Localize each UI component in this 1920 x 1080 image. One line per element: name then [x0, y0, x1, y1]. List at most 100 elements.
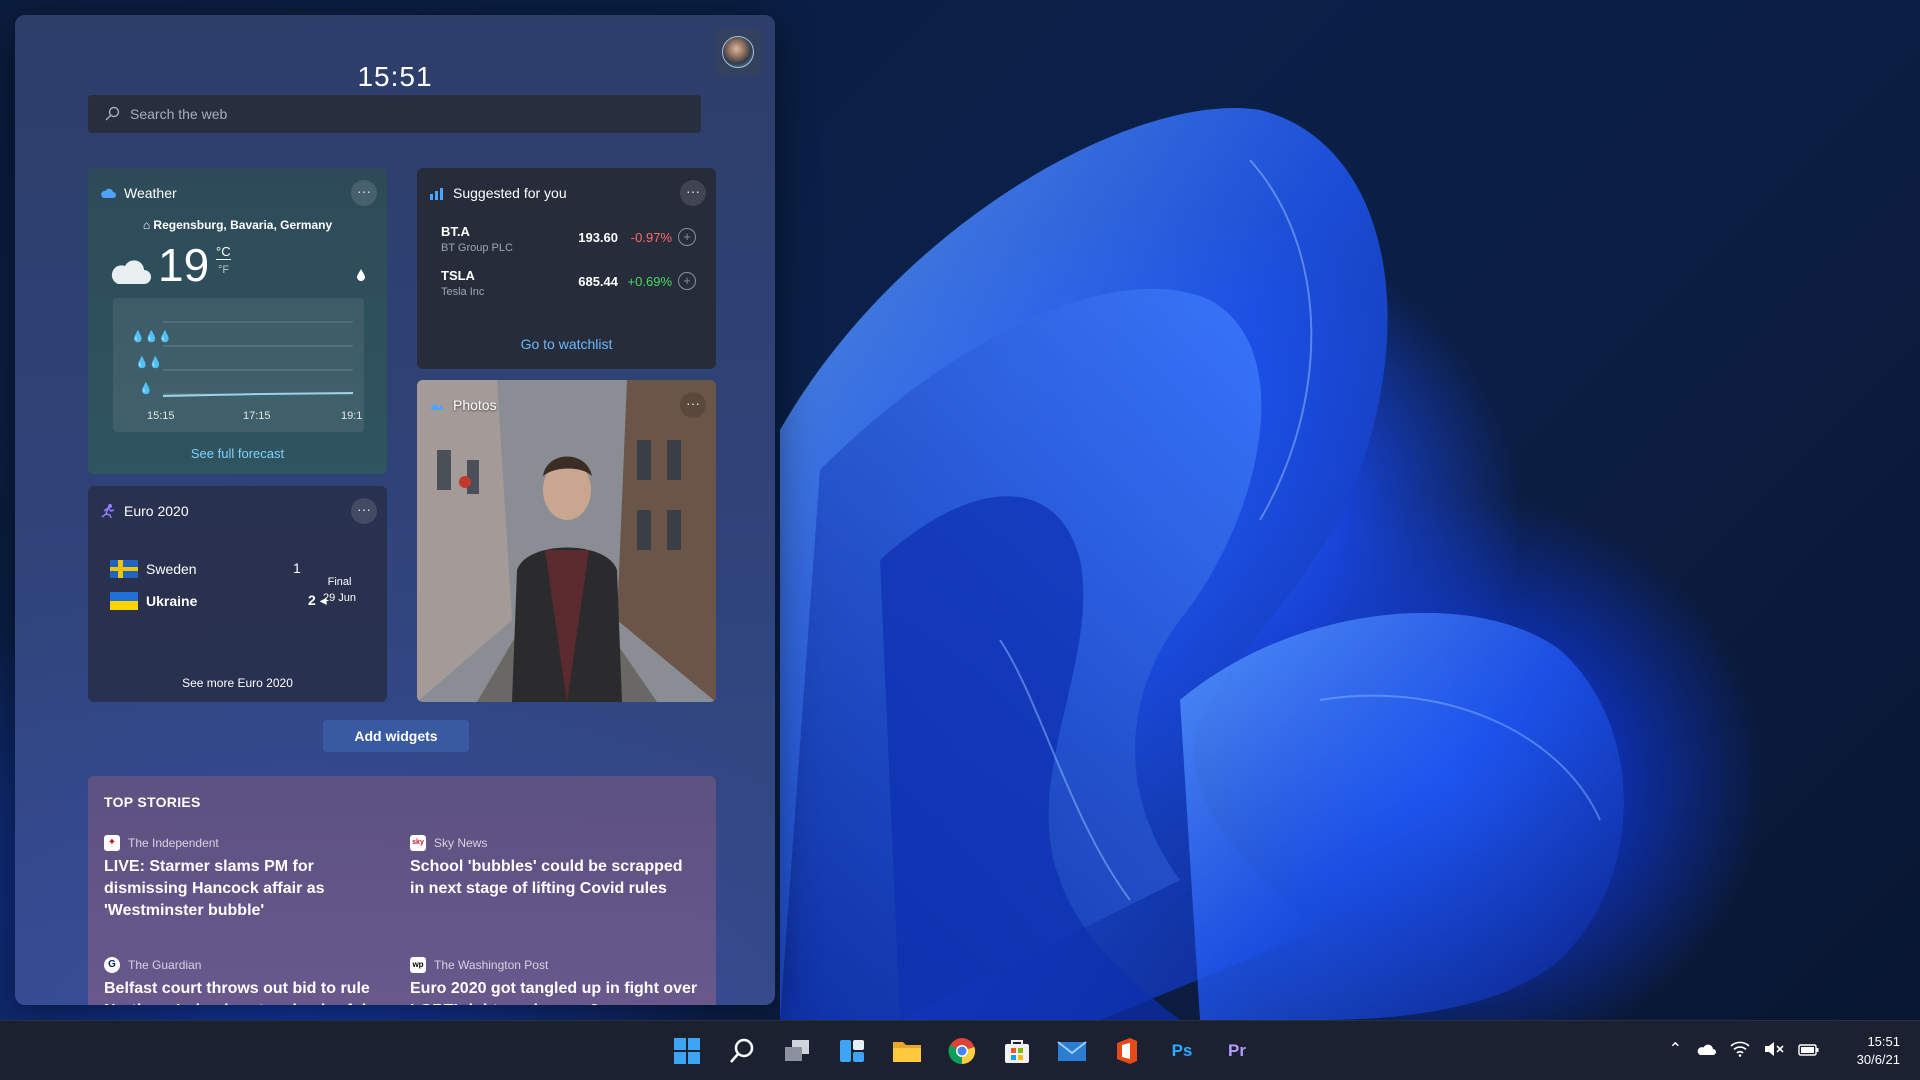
weather-header: Weather [100, 180, 375, 206]
team-name: Ukraine [146, 593, 198, 609]
svg-text:💧💧💧: 💧💧💧 [131, 330, 172, 343]
photos-header: Photos [429, 392, 704, 418]
premiere-icon[interactable]: Pr [1217, 1031, 1257, 1071]
weather-location-text: Regensburg, Bavaria, Germany [153, 218, 333, 232]
stock-price: 193.60 [578, 230, 618, 245]
ukraine-flag-icon [110, 592, 138, 610]
stock-row[interactable]: TSLA Tesla Inc 685.44 +0.69% + [441, 268, 700, 308]
stocks-title: Suggested for you [453, 185, 567, 201]
story-item[interactable]: G The Guardian Belfast court throws out … [104, 956, 394, 1005]
precipitation-chart: 💧💧💧 💧💧 💧 15:15 17:15 19:1 [113, 298, 364, 432]
washington-post-logo-icon: wp [410, 957, 426, 973]
widgets-icon[interactable] [832, 1031, 872, 1071]
photoshop-icon[interactable]: Ps [1162, 1031, 1202, 1071]
task-view-icon[interactable] [777, 1031, 817, 1071]
chrome-icon[interactable] [942, 1031, 982, 1071]
story-headline: School 'bubbles' could be scrapped in ne… [410, 858, 683, 897]
fahrenheit-toggle[interactable]: °F [218, 264, 229, 276]
search-placeholder: Search the web [130, 106, 228, 122]
svg-text:💧: 💧 [139, 382, 153, 395]
search-input[interactable]: Search the web [88, 95, 701, 133]
weather-widget[interactable]: Weather ··· ⌂ Regensburg, Bavaria, Germa… [88, 168, 387, 474]
onedrive-icon[interactable] [1696, 1042, 1716, 1056]
euro-title: Euro 2020 [124, 503, 189, 519]
weather-more-button[interactable]: ··· [351, 180, 377, 206]
photoshop-label: Ps [1171, 1041, 1193, 1060]
story-item[interactable]: wp The Washington Post Euro 2020 got tan… [410, 956, 700, 1005]
top-stories-section: TOP STORIES ✦ The Independent LIVE: Star… [88, 776, 716, 1005]
story-source: G The Guardian [104, 956, 394, 974]
match-date: 29 Jun [323, 592, 357, 604]
match-status: Final 29 Jun [323, 574, 356, 606]
system-tray: ⌃ [1669, 1039, 1820, 1059]
stock-change: +0.69% [627, 274, 672, 289]
forecast-time-label: 19:1 [341, 410, 363, 422]
add-to-watchlist-button[interactable]: + [678, 272, 696, 290]
story-source-name: The Washington Post [434, 958, 549, 972]
battery-charging-icon[interactable] [1798, 1041, 1820, 1057]
stock-symbol: BT.A [441, 224, 470, 239]
team-row: Ukraine [110, 590, 197, 612]
sky-news-logo-icon: sky [410, 835, 426, 851]
home-icon: ⌂ [142, 218, 154, 232]
photos-app-icon [430, 403, 444, 410]
user-avatar-button[interactable] [715, 29, 761, 75]
add-to-watchlist-button[interactable]: + [678, 228, 696, 246]
see-full-forecast-link[interactable]: See full forecast [88, 446, 387, 461]
taskbar-apps: Ps Pr [667, 1031, 1257, 1071]
mail-icon[interactable] [1052, 1031, 1092, 1071]
story-source: sky Sky News [410, 834, 700, 852]
show-hidden-icons-chevron-icon[interactable]: ⌃ [1669, 1039, 1682, 1059]
weather-title: Weather [124, 185, 177, 201]
photo-image [417, 380, 716, 702]
team-name: Sweden [146, 561, 197, 577]
photos-title: Photos [453, 397, 497, 413]
sports-runner-icon [101, 504, 115, 519]
story-source-name: The Guardian [128, 958, 202, 972]
story-headline: Euro 2020 got tangled up in fight over L… [410, 980, 698, 1005]
weather-app-icon [101, 188, 116, 198]
stock-row[interactable]: BT.A BT Group PLC 193.60 -0.97% + [441, 224, 700, 264]
add-widgets-button[interactable]: Add widgets [323, 720, 469, 752]
story-headline: Belfast court throws out bid to rule Nor… [104, 980, 370, 1005]
story-item[interactable]: sky Sky News School 'bubbles' could be s… [410, 834, 700, 900]
weather-location: ⌂ Regensburg, Bavaria, Germany [88, 218, 387, 232]
store-icon[interactable] [997, 1031, 1037, 1071]
match-final-label: Final [327, 576, 352, 588]
story-source: wp The Washington Post [410, 956, 700, 974]
file-explorer-icon[interactable] [887, 1031, 927, 1071]
stocks-more-button[interactable]: ··· [680, 180, 706, 206]
clock-date: 30/6/21 [1856, 1052, 1900, 1067]
raindrop-icon [357, 269, 365, 281]
search-icon[interactable] [722, 1031, 762, 1071]
team-row: Sweden [110, 558, 197, 580]
photos-widget[interactable]: Photos ··· [417, 380, 716, 702]
stock-change: -0.97% [630, 230, 672, 245]
taskbar-clock[interactable]: 15:51 30/6/21 [1857, 1033, 1900, 1069]
euro-header: Euro 2020 [100, 498, 375, 524]
celsius-toggle[interactable]: °C [216, 244, 231, 260]
story-item[interactable]: ✦ The Independent LIVE: Starmer slams PM… [104, 834, 394, 922]
start-icon[interactable] [667, 1031, 707, 1071]
go-to-watchlist-link[interactable]: Go to watchlist [417, 336, 716, 352]
volume-muted-icon[interactable] [1764, 1041, 1784, 1057]
see-more-euro-link[interactable]: See more Euro 2020 [88, 676, 387, 690]
sweden-flag-icon [110, 560, 138, 578]
wifi-icon[interactable] [1730, 1041, 1750, 1057]
stocks-chart-icon [430, 188, 443, 200]
stocks-widget[interactable]: Suggested for you ··· BT.A BT Group PLC … [417, 168, 716, 369]
stock-price: 685.44 [578, 274, 618, 289]
euro-more-button[interactable]: ··· [351, 498, 377, 524]
clock-time: 15:51 [1867, 1034, 1900, 1049]
stock-name: BT Group PLC [441, 242, 513, 254]
cloud-icon [111, 260, 151, 284]
story-source: ✦ The Independent [104, 834, 394, 852]
euro-2020-widget[interactable]: Euro 2020 ··· Sweden 1 Ukraine 2 ◂ Final… [88, 486, 387, 702]
stock-name: Tesla Inc [441, 286, 485, 298]
weather-temperature: 19 [158, 239, 210, 291]
guardian-logo-icon: G [104, 957, 120, 973]
office-icon[interactable] [1107, 1031, 1147, 1071]
photos-more-button[interactable]: ··· [680, 392, 706, 418]
stocks-header: Suggested for you [429, 180, 704, 206]
forecast-time-label: 15:15 [147, 410, 175, 422]
